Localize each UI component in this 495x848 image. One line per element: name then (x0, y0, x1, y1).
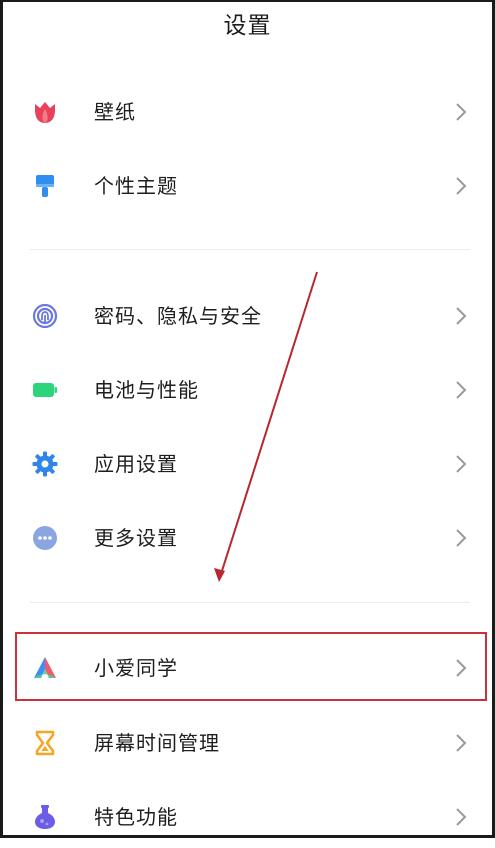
settings-item-features[interactable]: 特色功能 (3, 786, 492, 848)
chevron-right-icon (456, 529, 467, 547)
settings-item-screen-time[interactable]: 屏幕时间管理 (3, 712, 492, 774)
settings-item-xiaoai[interactable]: 小爱同学 (3, 637, 492, 699)
settings-item-label: 电池与性能 (94, 378, 199, 402)
hourglass-icon (35, 730, 55, 756)
settings-item-label: 小爱同学 (94, 656, 178, 680)
settings-item-label: 应用设置 (94, 452, 178, 476)
xiaoai-icon (34, 657, 56, 678)
gear-icon (32, 451, 58, 477)
chevron-right-icon (456, 455, 467, 473)
settings-item-label: 特色功能 (94, 805, 178, 829)
flask-icon (35, 805, 55, 829)
paintbrush-icon (36, 175, 54, 197)
settings-item-label: 屏幕时间管理 (94, 731, 220, 755)
settings-item-theme[interactable]: 个性主题 (3, 155, 492, 217)
settings-item-label: 密码、隐私与安全 (94, 304, 262, 328)
settings-item-battery[interactable]: 电池与性能 (3, 359, 492, 421)
section-divider (30, 249, 470, 250)
settings-item-apps[interactable]: 应用设置 (3, 433, 492, 495)
page-title: 设置 (223, 13, 272, 39)
chevron-right-icon (456, 103, 467, 121)
section-divider (30, 602, 470, 603)
settings-item-label: 壁纸 (94, 100, 136, 124)
settings-item-label: 个性主题 (94, 174, 178, 198)
settings-item-label: 更多设置 (94, 526, 178, 550)
chevron-right-icon (456, 307, 467, 325)
tulip-icon (35, 102, 55, 123)
more-dots-icon (33, 526, 57, 550)
chevron-right-icon (456, 734, 467, 752)
chevron-right-icon (456, 659, 467, 677)
settings-item-more[interactable]: 更多设置 (3, 507, 492, 569)
phone-screen: 设置 壁纸 个性主题 密码、隐私与安全 电池与性能 应用设置 更多设置 小爱同学… (0, 0, 495, 838)
chevron-right-icon (456, 808, 467, 826)
chevron-right-icon (456, 381, 467, 399)
chevron-right-icon (456, 177, 467, 195)
battery-icon (33, 383, 57, 397)
fingerprint-icon (32, 303, 58, 329)
settings-item-privacy[interactable]: 密码、隐私与安全 (3, 285, 492, 347)
settings-item-wallpaper[interactable]: 壁纸 (3, 81, 492, 143)
